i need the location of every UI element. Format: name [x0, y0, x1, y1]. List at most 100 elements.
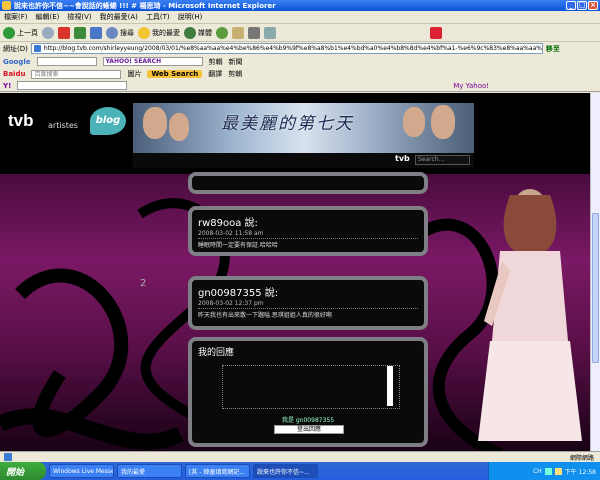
- edit-icon[interactable]: [264, 26, 276, 39]
- toolbar2-clip[interactable]: 剪輯: [209, 57, 223, 67]
- comment-date: 2008-03-02 12:37 pm: [198, 300, 418, 309]
- blog-search-input[interactable]: Search...: [415, 155, 470, 165]
- blog-search-strip: tvb Search...: [133, 153, 474, 168]
- blog-header: tvb artistes blog 最美麗的第七天 tvb Search...: [0, 93, 590, 174]
- back-button[interactable]: 上一頁: [3, 26, 38, 39]
- navigation-toolbar: 上一頁 搜尋 我的最愛 媒體: [0, 24, 600, 42]
- menu-bar: 檔案(F) 編輯(E) 檢視(V) 我的最愛(A) 工具(T) 說明(H): [0, 11, 600, 24]
- yahoo-logo: Y!: [3, 81, 12, 90]
- comment-panel: rw89ooa 說: 2008-03-02 11:58 am 睡眠時間一定要有保…: [188, 206, 428, 256]
- taskbar-item-ie[interactable]: 說來也許你不信~...: [253, 464, 318, 478]
- comment-message: 昨天我也有出來散一下蹓嗌.思琪姐姐人真的很好啊: [198, 312, 332, 319]
- reply-textarea[interactable]: [222, 365, 400, 409]
- menu-tools[interactable]: 工具(T): [146, 12, 170, 22]
- favorites-button[interactable]: 我的最愛: [138, 26, 180, 39]
- artist-photo: [478, 189, 582, 441]
- scrollbar-thumb[interactable]: [592, 213, 599, 363]
- reply-title: 我的回應: [198, 348, 235, 358]
- comment-panel: gn00987355 說: 2008-03-02 12:37 pm 昨天我也有出…: [188, 276, 428, 330]
- security-zone: 網際網路: [569, 454, 594, 462]
- title-bar: 說來也許你不信~~會說話的蜥蜴 !!! # 楊思琦 - Microsoft In…: [0, 0, 600, 11]
- mail-icon[interactable]: [232, 26, 244, 39]
- hair-shape: [503, 195, 557, 251]
- clock: 下午 12:58: [564, 468, 596, 476]
- banner-portrait: [403, 107, 425, 137]
- volume-icon[interactable]: [554, 467, 562, 475]
- media-button[interactable]: 媒體: [184, 26, 212, 39]
- start-button[interactable]: 開始: [0, 462, 46, 480]
- maximize-button[interactable]: □: [577, 1, 587, 10]
- signed-in-text: 我是 gn00987355: [281, 417, 335, 424]
- search-icon: [106, 26, 118, 39]
- taskbar: 開始 Windows Live Messen... 我的最愛 [其 - 韓童填寫…: [0, 462, 600, 480]
- toolbar3-translate[interactable]: 翻譯: [208, 69, 222, 79]
- status-bar: 網際網路: [0, 451, 600, 462]
- toolbar2-news[interactable]: 新聞: [229, 57, 243, 67]
- back-arrow-icon: [3, 26, 15, 39]
- toolbar3-clip[interactable]: 剪輯: [228, 69, 242, 79]
- system-tray: CH 下午 12:58: [488, 462, 600, 480]
- google-toolbar: Google YAHOO! SEARCH 剪輯 新聞: [0, 55, 600, 68]
- banner-portrait: [431, 105, 455, 139]
- comment-author: gn00987355 說:: [198, 288, 279, 299]
- history-icon[interactable]: [216, 26, 228, 39]
- menu-edit[interactable]: 編輯(E): [36, 12, 60, 22]
- baidu-logo: Baidu: [3, 70, 26, 78]
- yahoo-toolbar-input[interactable]: [17, 81, 128, 90]
- swirl-shape: [15, 268, 129, 438]
- address-input[interactable]: http://blog.tvb.com/shirleyyeung/2008/03…: [30, 43, 543, 54]
- banner-portrait: [169, 113, 189, 141]
- comment-author: rw89ooa 說:: [198, 218, 258, 229]
- menu-help[interactable]: 說明(H): [178, 12, 203, 22]
- dress-skirt: [478, 341, 582, 441]
- menu-view[interactable]: 檢視(V): [67, 12, 91, 22]
- banner-portrait: [143, 107, 167, 139]
- network-icon[interactable]: [544, 467, 552, 475]
- window-title: 說來也許你不信~~會說話的蜥蜴 !!! # 楊思琦 - Microsoft In…: [14, 1, 276, 10]
- download-icon[interactable]: [430, 26, 442, 39]
- page-status-icon: [4, 453, 12, 461]
- page-scrollbar[interactable]: [590, 93, 600, 462]
- go-button[interactable]: 移至: [546, 44, 560, 54]
- star-icon: [138, 26, 150, 39]
- language-indicator[interactable]: CH: [533, 468, 542, 475]
- minimize-button[interactable]: _: [566, 1, 576, 10]
- page-number: 2: [140, 278, 147, 289]
- stop-icon[interactable]: [58, 26, 70, 39]
- previous-comment-panel: [188, 172, 428, 194]
- banner-title: 最美麗的第七天: [221, 114, 354, 134]
- swirl-shape: [0, 408, 184, 450]
- comment-date: 2008-03-02 11:58 am: [198, 230, 418, 239]
- tvb-small-logo: tvb: [395, 154, 410, 163]
- address-label: 網址(D): [3, 44, 28, 53]
- close-button[interactable]: ×: [588, 1, 598, 10]
- home-icon[interactable]: [90, 26, 102, 39]
- search-button[interactable]: 搜尋: [106, 26, 134, 39]
- my-yahoo-button[interactable]: My Yahoo!: [453, 82, 489, 90]
- forward-arrow-icon[interactable]: [42, 26, 54, 39]
- yahoo-toolbar: Y! My Yahoo!: [0, 80, 600, 92]
- taskbar-item-blog-editor[interactable]: [其 - 韓童填寫網記...: [185, 464, 250, 478]
- menu-file[interactable]: 檔案(F): [4, 12, 28, 22]
- baidu-search-input[interactable]: 百度搜索: [31, 69, 122, 79]
- media-icon: [184, 26, 196, 39]
- taskbar-item-messenger[interactable]: Windows Live Messen...: [49, 464, 114, 478]
- refresh-icon[interactable]: [74, 26, 86, 39]
- yahoo-search-input[interactable]: YAHOO! SEARCH: [102, 57, 203, 66]
- tvb-artistes-blog-logo[interactable]: tvb artistes blog: [8, 107, 126, 137]
- google-label: Google: [3, 57, 31, 66]
- google-search-input[interactable]: [36, 57, 97, 66]
- baidu-toolbar: Baidu 百度搜索 圖片 Web Search 翻譯 剪輯: [0, 68, 600, 80]
- toolbar3-images[interactable]: 圖片: [127, 69, 141, 79]
- comment-message: 睡眠時間一定要有保証.哈哈哈: [198, 242, 278, 249]
- ie-icon: [2, 1, 11, 10]
- taskbar-item-favorites[interactable]: 我的最愛: [117, 464, 182, 478]
- reply-panel: 我的回應 我是 gn00987355 登出回應: [188, 337, 428, 447]
- web-page: tvb artistes blog 最美麗的第七天 tvb Search... …: [0, 93, 590, 462]
- logout-reply-button[interactable]: 登出回應: [274, 425, 344, 434]
- blog-banner: 最美麗的第七天: [133, 103, 474, 153]
- print-icon[interactable]: [248, 26, 260, 39]
- menu-favorites[interactable]: 我的最愛(A): [100, 12, 138, 22]
- textarea-scrollbar[interactable]: [387, 366, 393, 406]
- web-search-button[interactable]: Web Search: [147, 70, 203, 78]
